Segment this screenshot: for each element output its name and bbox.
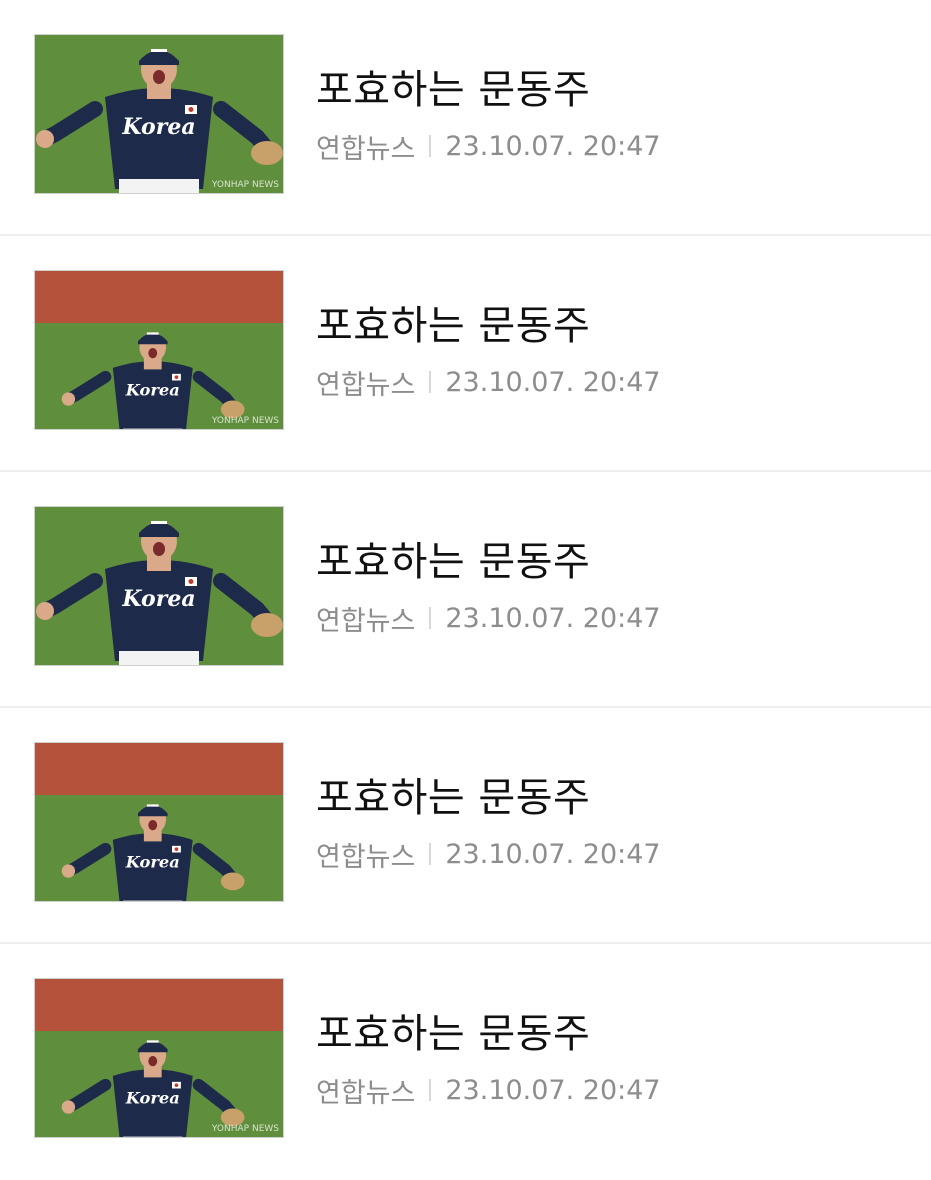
jersey-lettering: Korea xyxy=(121,586,195,612)
watermark: YONHAP NEWS xyxy=(211,416,279,426)
jersey-lettering: Korea xyxy=(125,380,180,399)
news-thumbnail[interactable]: Korea YONHAP NEWS xyxy=(34,34,284,194)
news-title[interactable]: 포효하는 문동주 xyxy=(316,62,590,118)
news-list-item[interactable]: Korea 포효하는 문동주 연합뉴스 23.10.07. 20:47 xyxy=(0,472,931,708)
news-source: 연합뉴스 xyxy=(316,1071,415,1110)
news-datetime: 23.10.07. 20:47 xyxy=(445,603,660,634)
player-photo: Korea YONHAP NEWS xyxy=(35,271,283,429)
news-title[interactable]: 포효하는 문동주 xyxy=(316,298,590,354)
news-list-item[interactable]: Korea YONHAP NEWS 포효하는 문동주 연합뉴스 23.10.07… xyxy=(0,0,931,236)
news-title[interactable]: 포효하는 문동주 xyxy=(316,534,590,590)
news-meta: 연합뉴스 23.10.07. 20:47 xyxy=(316,1072,661,1108)
meta-divider xyxy=(429,371,431,393)
meta-divider xyxy=(429,607,431,629)
news-list-item[interactable]: Korea YONHAP NEWS 포효하는 문동주 연합뉴스 23.10.07… xyxy=(0,236,931,472)
player-photo: Korea YONHAP NEWS xyxy=(35,979,283,1137)
news-thumbnail[interactable]: Korea YONHAP NEWS xyxy=(34,270,284,430)
watermark: YONHAP NEWS xyxy=(211,180,279,190)
news-list-item[interactable]: Korea 포효하는 문동주 연합뉴스 23.10.07. 20:47 xyxy=(0,708,931,944)
watermark: YONHAP NEWS xyxy=(211,1124,279,1134)
player-photo: Korea xyxy=(35,743,283,901)
jersey-lettering: Korea xyxy=(125,1088,180,1107)
meta-divider xyxy=(429,843,431,865)
news-source: 연합뉴스 xyxy=(316,599,415,638)
news-meta: 연합뉴스 23.10.07. 20:47 xyxy=(316,600,661,636)
news-datetime: 23.10.07. 20:47 xyxy=(445,839,660,870)
news-source: 연합뉴스 xyxy=(316,835,415,874)
news-meta: 연합뉴스 23.10.07. 20:47 xyxy=(316,364,661,400)
jersey-lettering: Korea xyxy=(125,852,180,871)
news-thumbnail[interactable]: Korea xyxy=(34,506,284,666)
news-meta: 연합뉴스 23.10.07. 20:47 xyxy=(316,836,661,872)
news-datetime: 23.10.07. 20:47 xyxy=(445,367,660,398)
news-list: Korea YONHAP NEWS 포효하는 문동주 연합뉴스 23.10.07… xyxy=(0,0,931,1180)
news-title[interactable]: 포효하는 문동주 xyxy=(316,1006,590,1062)
news-title[interactable]: 포효하는 문동주 xyxy=(316,770,590,826)
news-thumbnail[interactable]: Korea YONHAP NEWS xyxy=(34,978,284,1138)
news-datetime: 23.10.07. 20:47 xyxy=(445,131,660,162)
news-thumbnail[interactable]: Korea xyxy=(34,742,284,902)
jersey-lettering: Korea xyxy=(121,114,195,140)
meta-divider xyxy=(429,135,431,157)
news-source: 연합뉴스 xyxy=(316,127,415,166)
news-datetime: 23.10.07. 20:47 xyxy=(445,1075,660,1106)
player-photo: Korea YONHAP NEWS xyxy=(35,35,283,193)
news-list-item[interactable]: Korea YONHAP NEWS 포효하는 문동주 연합뉴스 23.10.07… xyxy=(0,944,931,1180)
news-meta: 연합뉴스 23.10.07. 20:47 xyxy=(316,128,661,164)
meta-divider xyxy=(429,1079,431,1101)
player-photo: Korea xyxy=(35,507,283,665)
news-source: 연합뉴스 xyxy=(316,363,415,402)
